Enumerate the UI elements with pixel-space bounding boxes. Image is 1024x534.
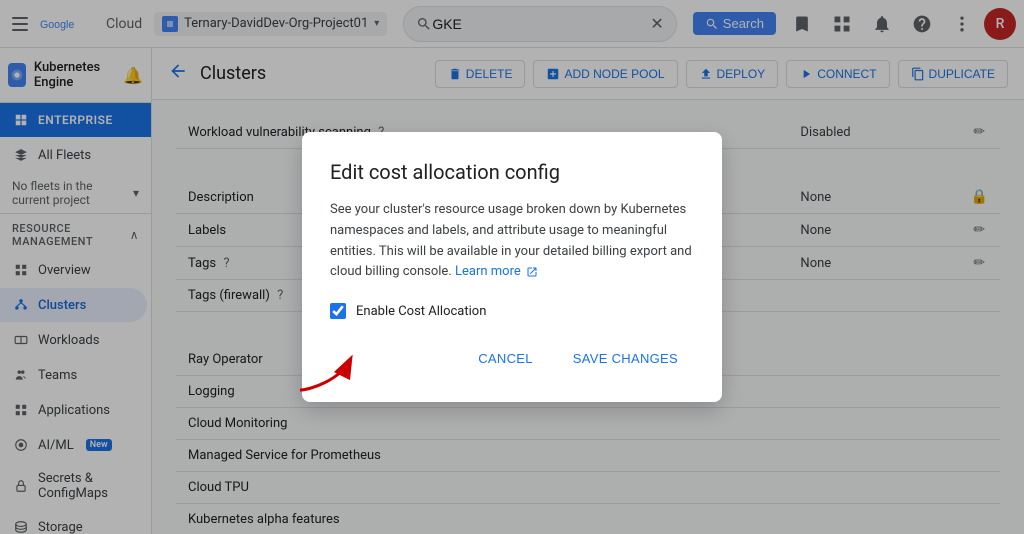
modal-actions: CANCEL SAVE CHANGES <box>330 343 694 374</box>
modal-body: See your cluster's resource usage broken… <box>330 200 694 283</box>
checkbox-label: Enable Cost Allocation <box>356 304 486 319</box>
cancel-button[interactable]: CANCEL <box>462 343 549 374</box>
enable-cost-allocation-checkbox[interactable] <box>330 303 346 319</box>
checkbox-row: Enable Cost Allocation <box>330 303 694 319</box>
modal-overlay[interactable]: Edit cost allocation config See your clu… <box>0 0 1024 534</box>
save-changes-button[interactable]: SAVE CHANGES <box>557 343 694 374</box>
modal-title: Edit cost allocation config <box>330 160 694 184</box>
learn-more-link[interactable]: Learn more <box>455 264 538 279</box>
modal-dialog: Edit cost allocation config See your clu… <box>302 132 722 402</box>
